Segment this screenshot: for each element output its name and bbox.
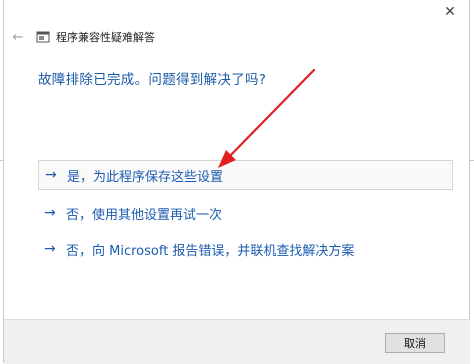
arrow-right-icon: → [44,241,56,257]
option-label: 是，为此程序保存这些设置 [67,169,224,185]
option-label: 否，使用其他设置再试一次 [66,207,223,223]
close-button[interactable]: ✕ [430,0,470,24]
option-try-other-settings[interactable]: → 否，使用其他设置再试一次 [38,198,453,228]
back-button[interactable]: ← [10,29,26,45]
option-label: 否，向 Microsoft 报告错误，并联机查找解决方案 [66,243,355,259]
cancel-button[interactable]: 取消 [385,333,445,353]
option-save-settings[interactable]: → 是，为此程序保存这些设置 [38,160,453,190]
option-report-to-microsoft[interactable]: → 否，向 Microsoft 报告错误，并联机查找解决方案 [38,234,453,264]
close-icon: ✕ [444,4,456,20]
frame-tick [470,160,474,161]
window-title: 程序兼容性疑难解答 [56,31,155,44]
navigation-bar: ← 程序兼容性疑难解答 [10,26,464,48]
result-question: 故障排除已完成。问题得到解决了吗? [38,72,267,88]
troubleshooter-icon [36,31,50,43]
arrow-right-icon: → [44,205,56,221]
arrow-right-icon: → [45,167,57,183]
frame-tick [0,160,4,161]
back-arrow-icon: ← [12,29,24,45]
dialog-footer: 取消 [4,319,470,364]
